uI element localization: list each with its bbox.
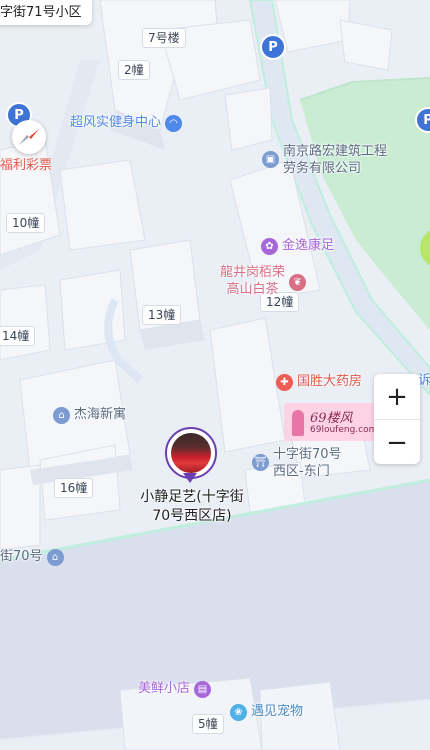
building-label-5: 5幢 xyxy=(192,714,224,734)
compass-icon[interactable] xyxy=(12,120,46,154)
selected-place-title[interactable]: 小静足艺(十字街70号西区店) xyxy=(134,488,250,526)
poi-construction-line1: 南京路宏建筑工程 xyxy=(283,144,388,159)
building-block xyxy=(59,269,126,351)
building-label-7: 7号楼 xyxy=(142,28,186,48)
poi-gym[interactable]: 超风实健身中心 ◠ xyxy=(70,114,183,132)
tea-icon: ❦ xyxy=(289,274,307,291)
building-label-16: 16幢 xyxy=(54,478,94,498)
community-chip[interactable]: 字街71号小区 xyxy=(0,0,92,25)
residence-icon: ⌂ xyxy=(53,407,70,424)
watermark-logo: 69楼风 69loufeng.com xyxy=(284,403,378,441)
zoom-control: + − xyxy=(374,374,420,464)
poi-pet-label: 遇见宠物 xyxy=(251,704,304,719)
parking-icon[interactable]: P xyxy=(260,34,286,60)
poi-gym-label: 超风实健身中心 xyxy=(70,115,162,130)
poi-jiehai-label: 杰海新寓 xyxy=(74,407,127,422)
watermark-figure-icon xyxy=(292,410,304,436)
poi-jinyi[interactable]: ✿ 金逸康足 xyxy=(261,237,334,255)
marker-ring xyxy=(165,427,217,479)
watermark-line2: 69loufeng.com xyxy=(310,425,378,435)
residence-icon: ⌂ xyxy=(46,549,64,566)
building-label-2: 2幢 xyxy=(118,60,150,80)
marker-tip xyxy=(183,473,197,483)
building-block xyxy=(59,159,146,251)
compass-needle-icon xyxy=(19,129,39,145)
foot-massage-icon: ✿ xyxy=(261,238,278,255)
office-icon: ▣ xyxy=(262,151,279,168)
selected-place-marker[interactable] xyxy=(165,427,217,487)
pet-icon: ❀ xyxy=(230,704,247,721)
map-canvas[interactable]: 字街71号小区 P P P 7号楼 2幢 10幢 13幢 14幢 12幢 16幢… xyxy=(0,0,430,750)
zoom-out-button[interactable]: − xyxy=(374,420,420,464)
poi-snack-label: 美鲜小店 xyxy=(138,681,191,696)
poi-xizhi-line2: 西区-东门 xyxy=(273,464,330,479)
map-base-layer xyxy=(0,0,430,750)
building-label-10: 10幢 xyxy=(6,213,46,233)
poi-xizhi-line1: 十字街70号 xyxy=(273,447,342,462)
poi-pet[interactable]: ❀ 遇见宠物 xyxy=(230,703,303,721)
gate-icon: ⛩ xyxy=(252,454,269,471)
building-label-14: 14幢 xyxy=(0,326,36,346)
poi-tea-line2: 高山白茶 xyxy=(226,282,279,297)
building-block xyxy=(0,284,51,361)
building-block xyxy=(224,87,273,151)
poi-jinyi-label: 金逸康足 xyxy=(282,238,335,253)
poi-jiehai[interactable]: ⌂ 杰海新寓 xyxy=(53,406,126,424)
poi-left70-label: 街70号 xyxy=(0,549,43,564)
poi-pharmacy[interactable]: ✚ 国胜大药房 xyxy=(276,373,362,391)
poi-tea-line1: 龍井岗栢荣 xyxy=(220,265,286,280)
marker-photo xyxy=(171,433,211,473)
poi-xizhi-gate[interactable]: ⛩ 十字街70号 西区-东门 xyxy=(252,446,342,480)
building-label-13: 13幢 xyxy=(142,305,182,325)
poi-pharmacy-label: 国胜大药房 xyxy=(297,374,363,389)
poi-tea[interactable]: 龍井岗栢荣 高山白茶 ❦ xyxy=(220,264,307,298)
shop-icon: ▤ xyxy=(194,681,212,698)
gym-icon: ◠ xyxy=(165,115,183,132)
watermark-line1: 69楼风 xyxy=(310,411,353,426)
poi-left70[interactable]: 街70号 ⌂ xyxy=(0,548,64,566)
poi-construction[interactable]: ▣ 南京路宏建筑工程 劳务有限公司 xyxy=(262,143,387,177)
poi-construction-line2: 劳务有限公司 xyxy=(283,161,362,176)
pharmacy-icon: ✚ xyxy=(276,374,293,391)
zoom-in-button[interactable]: + xyxy=(374,374,420,419)
poi-snack[interactable]: 美鲜小店 ▤ xyxy=(138,680,212,698)
poi-lottery-label[interactable]: 福利彩票 xyxy=(0,158,52,174)
